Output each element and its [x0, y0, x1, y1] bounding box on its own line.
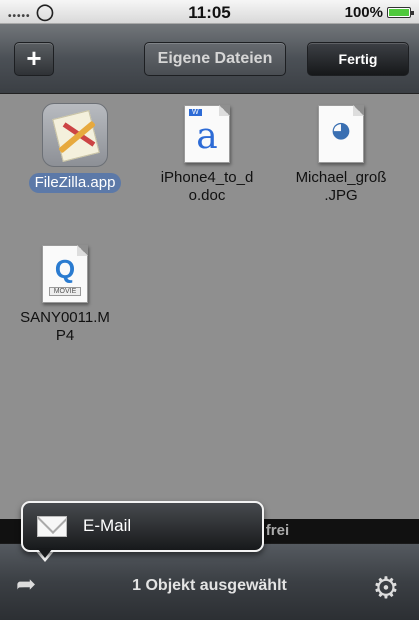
file-name-label: Michael_groß .JPG: [295, 169, 387, 204]
add-button[interactable]: +: [14, 42, 54, 76]
file-name-label: SANY0011.M P4: [20, 309, 110, 344]
bottom-toolbar: ➦ 1 Objekt ausgewählt ⚙: [0, 543, 419, 620]
file-item-jpg[interactable]: ◕ Michael_groß .JPG: [276, 105, 406, 205]
battery-icon: [387, 7, 414, 18]
navigation-bar: + Eigene Dateien Fertig: [0, 24, 419, 94]
movie-file-icon: Q MOVIE: [42, 245, 88, 303]
file-item-mp4[interactable]: Q MOVIE SANY0011.M P4: [0, 245, 130, 345]
done-button[interactable]: Fertig: [307, 42, 409, 76]
share-popover: E-Mail: [21, 501, 264, 552]
file-item-doc[interactable]: W a iPhone4_to_d o.doc: [142, 105, 272, 205]
file-name-label: iPhone4_to_d o.doc: [160, 169, 254, 204]
word-document-icon: W a: [184, 105, 230, 163]
file-item-filezilla[interactable]: FileZilla.app: [10, 103, 140, 193]
status-bar: ••••• ◯ 11:05 100%: [0, 0, 419, 24]
location-title-button[interactable]: Eigene Dateien: [144, 42, 286, 76]
selection-count: 1 Objekt ausgewählt: [132, 577, 287, 594]
gear-icon[interactable]: ⚙: [369, 574, 403, 608]
email-option[interactable]: E-Mail: [83, 516, 131, 536]
battery-percentage: 100%: [344, 4, 383, 21]
app-icon: [42, 103, 108, 167]
popover-arrow-inner: [37, 548, 53, 558]
envelope-icon: [37, 516, 67, 537]
image-file-icon: ◕: [318, 105, 364, 163]
file-grid: FileZilla.app W a iPhone4_to_d o.doc ◕ M…: [0, 95, 419, 495]
file-name-label: FileZilla.app: [28, 173, 122, 193]
